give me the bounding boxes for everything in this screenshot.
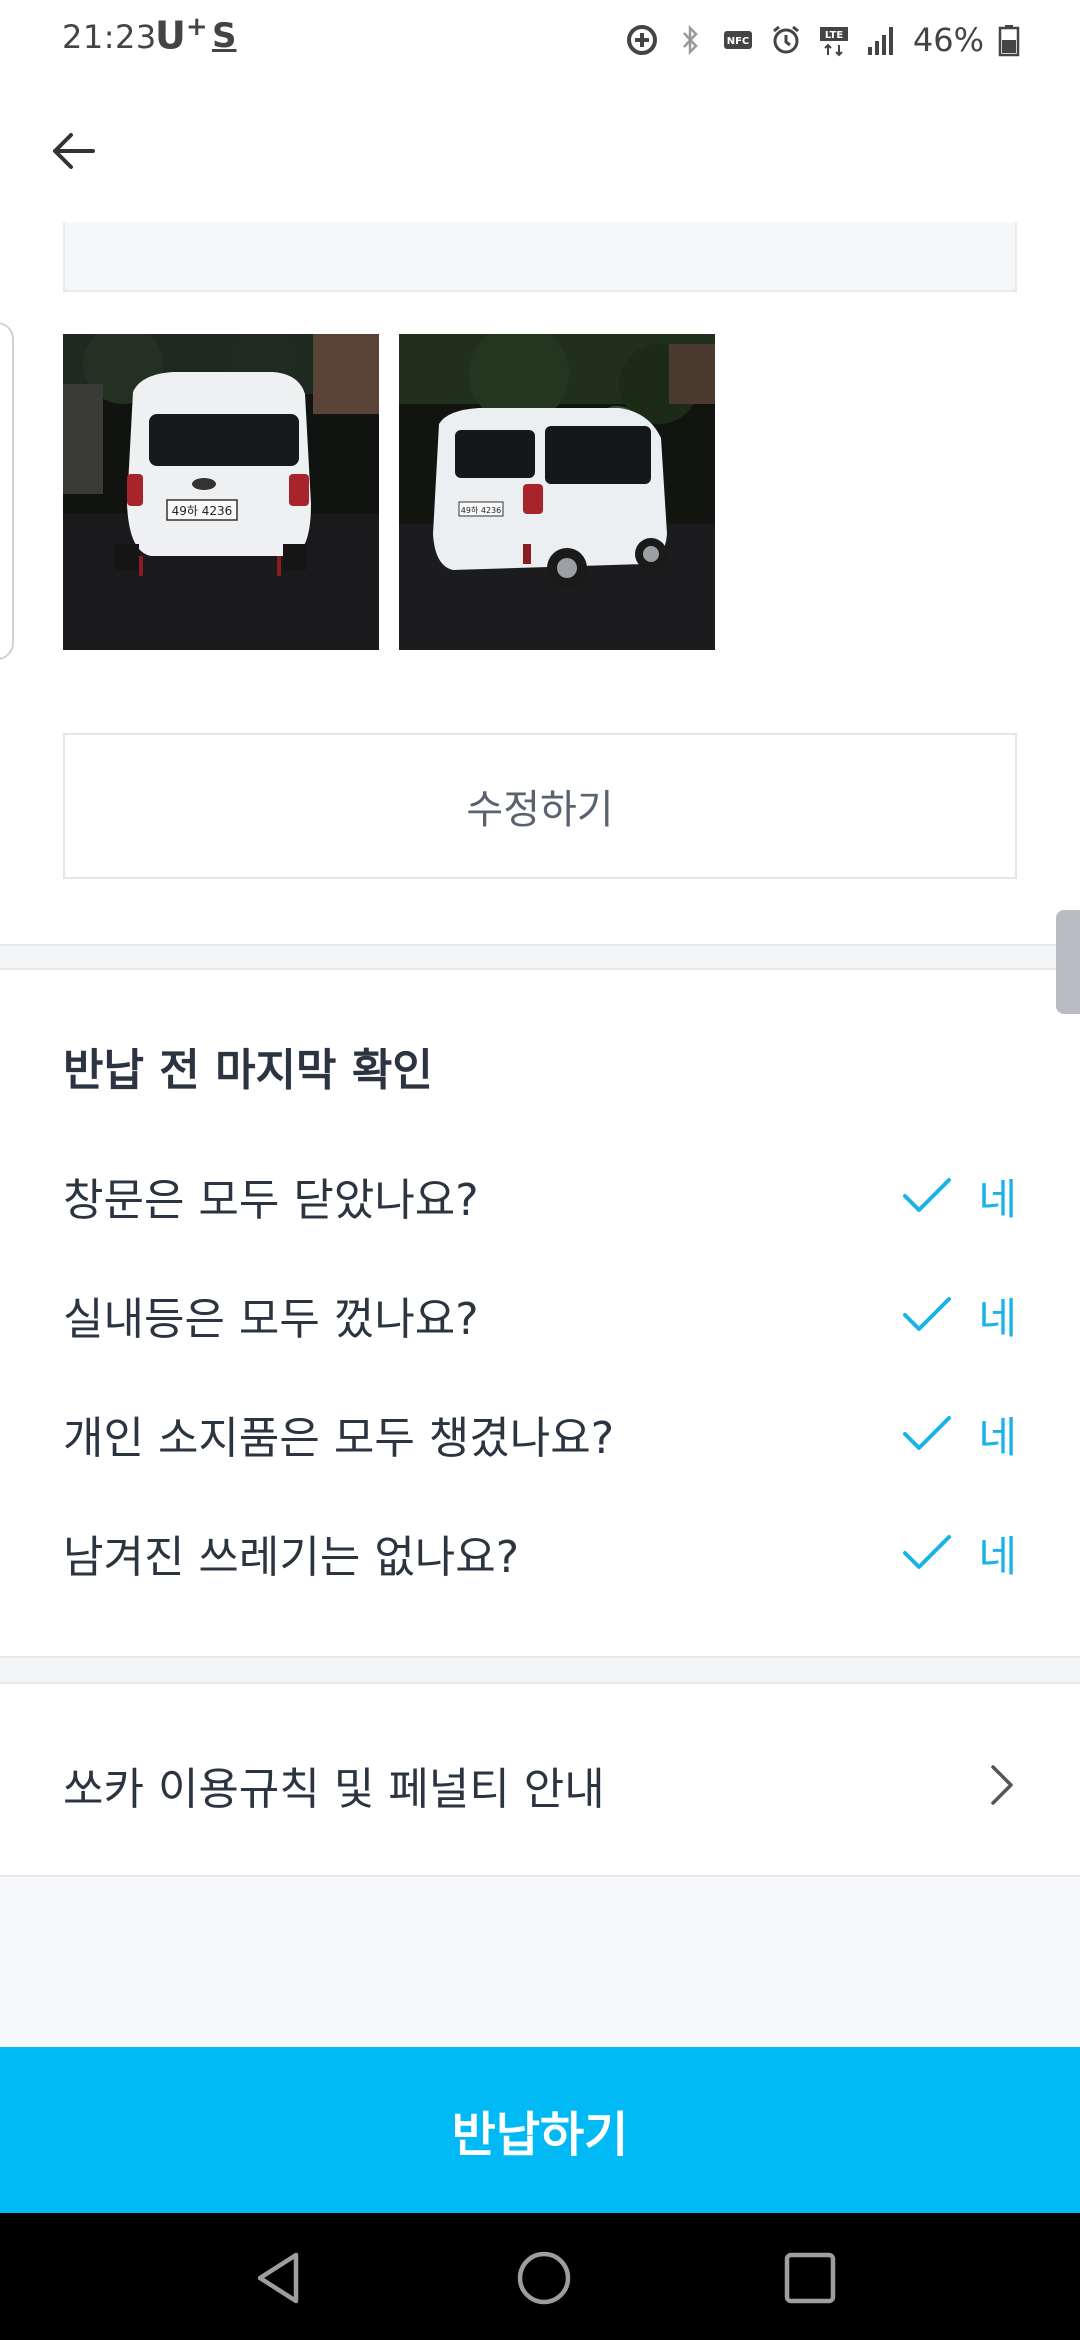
status-time: 21:23	[62, 18, 157, 56]
section-divider	[0, 944, 1080, 970]
plate-text-2: 49하 4236	[461, 505, 501, 515]
nfc-icon: NFC	[723, 31, 752, 49]
back-button[interactable]	[40, 118, 106, 184]
car-photo-side[interactable]: 49하 4236	[399, 334, 715, 650]
status-bar: 21:23 U+ S NFC LTE 46%	[0, 0, 1080, 80]
car-photo-side-image: 49하 4236	[399, 334, 715, 650]
photo-notes-box	[63, 222, 1017, 292]
checklist-title: 반납 전 마지막 확인	[63, 1045, 433, 1096]
edit-button[interactable]: 수정하기	[63, 733, 1017, 879]
checklist-item-belongings[interactable]: 개인 소지품은 모두 챙겼나요? 네	[63, 1394, 1017, 1474]
back-triangle-icon[interactable]	[244, 2243, 314, 2313]
home-circle-icon[interactable]	[509, 2243, 579, 2313]
return-button-label: 반납하기	[451, 2107, 629, 2163]
checklist-question: 창문은 모두 닫았나요?	[63, 1175, 479, 1226]
checklist-question: 실내등은 모두 껐나요?	[63, 1294, 479, 1345]
edit-button-label: 수정하기	[466, 787, 614, 833]
checklist-answer[interactable]: 네	[902, 1523, 1017, 1584]
carrier-plus: +	[185, 12, 208, 42]
scrollbar-thumb[interactable]	[1056, 910, 1080, 1014]
car-photo-rear-image: 49하 4236	[63, 334, 379, 650]
check-icon	[903, 1297, 952, 1331]
checklist-question: 남겨진 쓰레기는 없나요?	[63, 1532, 520, 1583]
car-photo-rear[interactable]: 49하 4236	[63, 334, 379, 650]
alarm-icon	[772, 25, 799, 54]
check-icon	[903, 1535, 952, 1569]
checklist-item-lights[interactable]: 실내등은 모두 껐나요? 네	[63, 1275, 1017, 1355]
plate-text-1: 49하 4236	[172, 504, 233, 518]
rules-link[interactable]: 쏘카 이용규칙 및 페널티 안내	[63, 1740, 1017, 1830]
battery-icon	[998, 25, 1020, 57]
carrier-label: U+	[155, 12, 208, 58]
svg-text:NFC: NFC	[727, 36, 750, 47]
signal-icon	[867, 27, 893, 55]
answer-yes-label: 네	[978, 1412, 1017, 1462]
s-icon: S	[212, 16, 237, 56]
checklist-answer[interactable]: 네	[902, 1285, 1017, 1346]
footer-spacer	[0, 1877, 1080, 2047]
lte-icon: LTE	[819, 27, 848, 57]
section-divider	[0, 1656, 1080, 1684]
svg-text:LTE: LTE	[825, 30, 844, 41]
data-saver-icon	[626, 25, 657, 55]
back-arrow-icon	[53, 133, 95, 169]
recents-square-icon[interactable]	[775, 2243, 845, 2313]
rules-link-label: 쏘카 이용규칙 및 페널티 안내	[63, 1764, 605, 1815]
answer-yes-label: 네	[978, 1531, 1017, 1581]
checklist-item-trash[interactable]: 남겨진 쓰레기는 없나요? 네	[63, 1513, 1017, 1593]
checklist-item-windows[interactable]: 창문은 모두 닫았나요? 네	[63, 1156, 1017, 1236]
carrier-name: U	[155, 13, 186, 58]
answer-yes-label: 네	[978, 1293, 1017, 1343]
chevron-right-icon	[991, 1765, 1013, 1805]
check-icon	[903, 1178, 952, 1212]
answer-yes-label: 네	[978, 1174, 1017, 1224]
return-car-button[interactable]: 반납하기	[0, 2047, 1080, 2213]
checklist-answer[interactable]: 네	[902, 1404, 1017, 1465]
system-nav-bar	[0, 2213, 1080, 2340]
edge-panel-handle[interactable]	[0, 322, 14, 660]
check-icon	[903, 1416, 952, 1450]
checklist-answer[interactable]: 네	[902, 1166, 1017, 1227]
bluetooth-icon	[682, 24, 698, 56]
checklist-question: 개인 소지품은 모두 챙겼나요?	[63, 1413, 615, 1464]
battery-percent: 46%	[912, 21, 984, 59]
status-icons: NFC LTE 46%	[625, 18, 1020, 62]
